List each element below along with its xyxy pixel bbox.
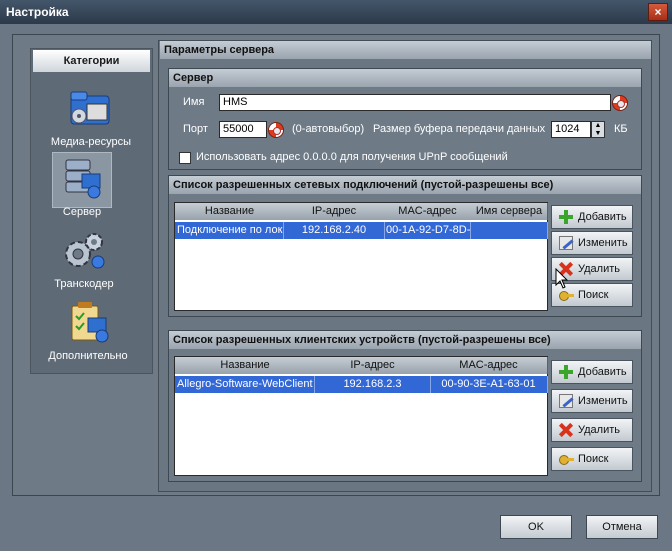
search-label: Поиск	[578, 289, 609, 301]
add-label: Добавить	[578, 366, 627, 378]
server-icon	[58, 156, 106, 202]
devices-delete-button[interactable]: Удалить	[551, 418, 633, 442]
cell-server	[471, 222, 548, 239]
col-ip[interactable]: IP-адрес	[284, 203, 385, 220]
edit-label: Изменить	[578, 395, 628, 407]
settings-title: Параметры сервера	[160, 41, 651, 59]
connections-title: Список разрешенных сетевых подключений (…	[169, 176, 641, 194]
buffer-label: Размер буфера передачи данных	[373, 123, 546, 135]
connections-edit-button[interactable]: Изменить	[551, 231, 633, 255]
category-transcoder-label: Транскодер	[54, 278, 114, 290]
connections-table[interactable]: Название IP-адрес MAC-адрес Имя сервера …	[174, 202, 548, 311]
cell-ip: 192.168.2.3	[315, 376, 431, 393]
mouse-cursor-icon	[555, 268, 569, 289]
devices-edit-button[interactable]: Изменить	[551, 389, 633, 413]
devices-search-button[interactable]: Поиск	[551, 447, 633, 471]
table-row[interactable]: Подключение по лок 192.168.2.40 00-1A-92…	[175, 222, 548, 239]
gears-icon	[60, 228, 108, 274]
col-mac[interactable]: MAC-адрес	[430, 357, 548, 374]
connections-add-button[interactable]: Добавить	[551, 205, 633, 229]
cell-name: Allegro-Software-WebClient	[175, 376, 315, 393]
table-row[interactable]: Allegro-Software-WebClient 192.168.2.3 0…	[175, 376, 548, 393]
devices-title: Список разрешенных клиентских устройств …	[169, 331, 641, 349]
delete-label: Удалить	[578, 424, 620, 436]
edit-label: Изменить	[578, 237, 628, 249]
buffer-unit: КБ	[614, 123, 628, 135]
checklist-icon	[64, 300, 112, 346]
category-advanced-label: Дополнительно	[48, 350, 128, 362]
cell-mac: 00-90-3E-A1-63-01	[430, 376, 548, 393]
close-button[interactable]: ×	[648, 3, 668, 21]
buffer-input[interactable]: 1024	[551, 121, 591, 138]
port-hint: (0-автовыбор)	[292, 123, 365, 135]
category-media-label: Медиа-ресурсы	[50, 136, 132, 148]
port-input[interactable]: 55000	[219, 121, 267, 138]
cell-name: Подключение по лок	[175, 222, 284, 239]
name-label: Имя	[183, 96, 205, 108]
port-label: Порт	[183, 123, 208, 135]
delete-label: Удалить	[578, 263, 620, 275]
ok-button[interactable]: OK	[500, 515, 572, 539]
cell-ip: 192.168.2.40	[284, 222, 385, 239]
server-group-title: Сервер	[169, 69, 641, 87]
spin-down-icon[interactable]: ▼	[595, 130, 602, 137]
col-server[interactable]: Имя сервера	[471, 203, 548, 220]
edit-icon	[559, 236, 573, 250]
upnp-label: Использовать адрес 0.0.0.0 для получения…	[196, 151, 508, 163]
devices-add-button[interactable]: Добавить	[551, 360, 633, 384]
window-title: Настройка	[6, 5, 69, 19]
category-advanced[interactable]: Дополнительно	[33, 300, 143, 362]
media-folder-icon	[67, 86, 115, 132]
plus-icon	[559, 365, 573, 379]
upnp-checkbox[interactable]	[179, 152, 191, 164]
category-server-label: Сервер	[62, 206, 102, 218]
col-ip[interactable]: IP-адрес	[315, 357, 431, 374]
cell-mac: 00-1A-92-D7-8D-	[384, 222, 471, 239]
edit-icon	[559, 394, 573, 408]
category-media[interactable]: Медиа-ресурсы	[36, 86, 146, 148]
col-name[interactable]: Название	[175, 203, 285, 220]
cancel-button[interactable]: Отмена	[586, 515, 658, 539]
col-mac[interactable]: MAC-адрес	[384, 203, 472, 220]
buffer-spinner[interactable]: ▲ ▼	[591, 121, 605, 138]
search-key-icon	[559, 288, 574, 302]
categories-header: Категории	[33, 50, 150, 72]
col-name[interactable]: Название	[175, 357, 316, 374]
delete-icon	[559, 423, 573, 437]
search-label: Поиск	[578, 453, 609, 465]
window-titlebar: Настройка	[0, 0, 672, 24]
search-key-icon	[559, 452, 574, 466]
category-transcoder[interactable]: Транскодер	[29, 228, 139, 290]
spin-up-icon[interactable]: ▲	[595, 122, 602, 129]
close-icon: ×	[654, 5, 662, 19]
devices-table[interactable]: Название IP-адрес MAC-адрес Allegro-Soft…	[174, 356, 548, 476]
add-label: Добавить	[578, 211, 627, 223]
plus-icon	[559, 210, 573, 224]
port-reset-icon[interactable]	[268, 122, 284, 138]
name-reset-icon[interactable]	[612, 95, 628, 111]
name-input[interactable]: HMS	[219, 94, 611, 111]
category-server[interactable]: Сервер	[27, 156, 137, 218]
